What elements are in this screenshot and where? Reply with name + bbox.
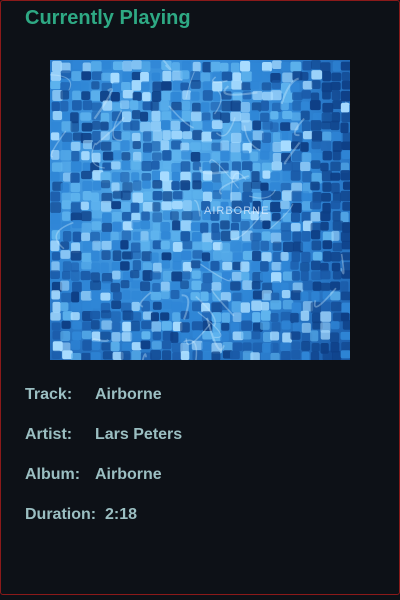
album-row: Album: Airborne xyxy=(25,466,162,484)
duration-row: Duration: 2:18 xyxy=(25,506,137,524)
artist-row: Artist: Lars Peters xyxy=(25,426,182,444)
artist-label: Artist: xyxy=(25,426,73,443)
track-row: Track: Airborne xyxy=(25,386,162,404)
album-cover: AIRBORNE xyxy=(50,60,350,360)
track-value: Airborne xyxy=(95,386,162,403)
duration-label: Duration: xyxy=(25,506,97,523)
track-label: Track: xyxy=(25,386,73,403)
duration-value: 2:18 xyxy=(105,506,138,523)
artist-value: Lars Peters xyxy=(95,426,183,443)
now-playing-panel: Currently Playing AIRBORNE Track: Airborn… xyxy=(0,0,400,595)
album-label: Album: xyxy=(25,466,81,483)
album-value: Airborne xyxy=(95,466,162,483)
album-cover-art xyxy=(50,60,350,360)
page-title: Currently Playing xyxy=(25,7,191,29)
album-cover-text: AIRBORNE xyxy=(204,205,270,217)
